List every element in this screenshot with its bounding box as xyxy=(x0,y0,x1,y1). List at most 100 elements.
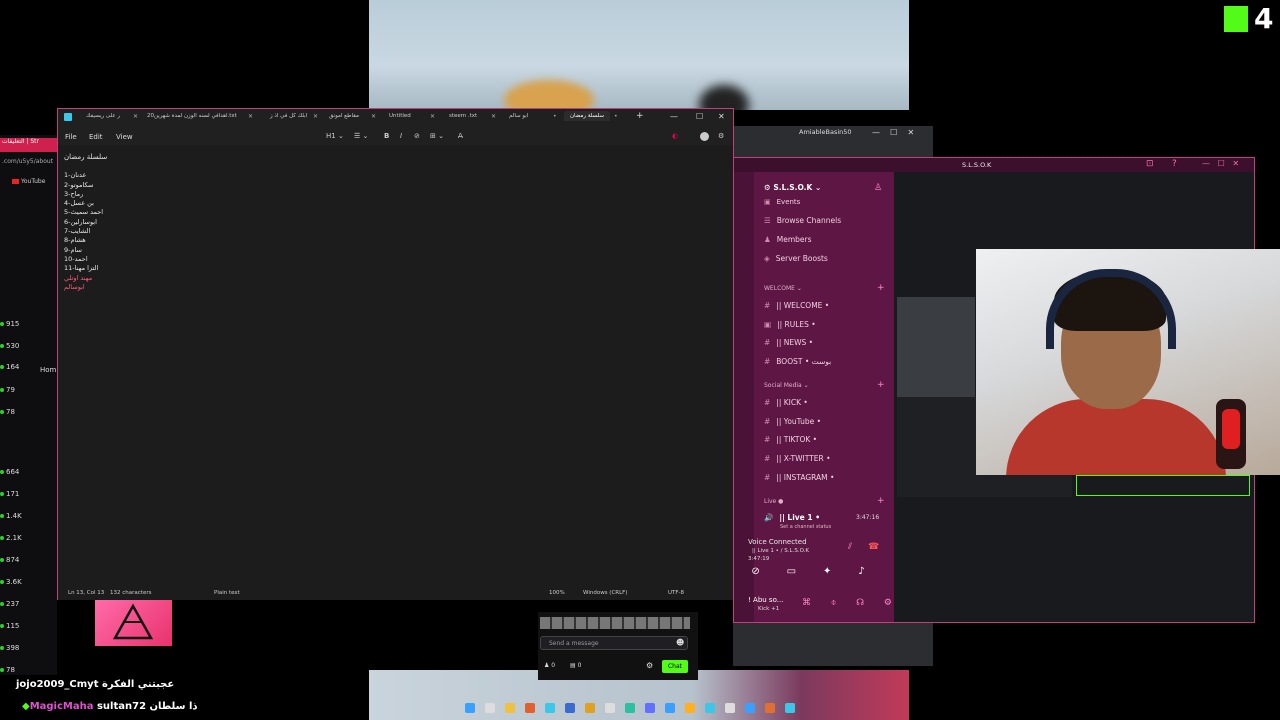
add-friend-icon[interactable]: ♙ xyxy=(874,183,882,193)
clear-format-button[interactable]: A̶ xyxy=(458,132,463,140)
gamepad-icon[interactable]: ⌘ xyxy=(802,598,811,608)
avatar[interactable] xyxy=(700,132,709,141)
italic-button[interactable]: I xyxy=(400,132,402,140)
table-dropdown[interactable]: ⊞ ⌄ xyxy=(430,132,444,140)
encoding[interactable]: UTF-8 xyxy=(668,590,684,596)
close-icon[interactable]: • xyxy=(553,113,557,120)
taskbar-app-icon[interactable] xyxy=(525,703,535,713)
channel-boost[interactable]: # BOOST • بوست xyxy=(764,357,831,366)
voice-connected[interactable]: Voice Connected xyxy=(748,538,807,546)
list-dropdown[interactable]: ☰ ⌄ xyxy=(354,132,368,140)
taskbar-app-icon[interactable] xyxy=(725,703,735,713)
tab-3[interactable]: ابلك كل في اذ ز xyxy=(270,113,307,119)
inbox-icon[interactable]: ⊡ xyxy=(1146,159,1154,169)
server-name[interactable]: ⚙ S.L.S.O.K ⌄ xyxy=(764,183,821,192)
category-social[interactable]: Social Media ⌄ xyxy=(764,382,809,389)
channel-youtube[interactable]: # || YouTube • xyxy=(764,417,821,426)
mic-icon[interactable]: ⌽ xyxy=(831,598,836,608)
taskbar-app-icon[interactable] xyxy=(765,703,775,713)
notepad-text-area[interactable]: سلسلة رمضان 1-عدنان 2-سكاموتو 3-رماح 4-بن ع… xyxy=(64,153,724,583)
tab-2[interactable]: 20اهدافي لسنه الوزن لمدة شهرين.txt xyxy=(147,113,237,119)
bg-window-controls[interactable]: — ☐ ✕ xyxy=(872,128,914,137)
taskbar-app-icon[interactable] xyxy=(565,703,575,713)
heading-dropdown[interactable]: H1 ⌄ xyxy=(326,132,344,140)
close-icon[interactable]: ✕ xyxy=(430,113,435,120)
settings-icon[interactable]: ⚙ xyxy=(884,598,892,608)
members[interactable]: ♟ Members xyxy=(764,235,812,244)
copilot-icon[interactable]: ◐ xyxy=(672,132,678,140)
taskbar-app-icon[interactable] xyxy=(665,703,675,713)
server-rail[interactable] xyxy=(734,172,754,622)
close-icon[interactable]: ✕ xyxy=(371,113,376,120)
taskbar-app-icon[interactable] xyxy=(505,703,515,713)
category-live[interactable]: Live ● xyxy=(764,498,783,505)
left-browser-url[interactable]: .com/u5y5/about xyxy=(0,158,59,170)
chat-settings-icon[interactable]: ⚙ xyxy=(646,661,653,670)
channel-kick[interactable]: # || KICK • xyxy=(764,398,808,407)
category-welcome[interactable]: WELCOME ⌄ xyxy=(764,285,802,292)
tab-1[interactable]: ر على ريسيفك xyxy=(86,113,120,119)
close-icon[interactable]: ✕ xyxy=(313,113,318,120)
taskbar-app-icon[interactable] xyxy=(625,703,635,713)
help-icon[interactable]: ? xyxy=(1172,159,1177,169)
taskbar-app-icon[interactable] xyxy=(485,703,495,713)
close-icon[interactable]: ✕ xyxy=(248,113,253,120)
taskbar-app-icon[interactable] xyxy=(745,703,755,713)
channel-status[interactable]: Set a channel status xyxy=(780,524,831,530)
taskbar-app-icon[interactable] xyxy=(605,703,615,713)
emoji-icon[interactable]: ☻ xyxy=(676,638,684,647)
zoom-level[interactable]: 100% xyxy=(549,590,565,596)
menu-file[interactable]: File xyxy=(65,133,77,141)
taskbar-app-icon[interactable] xyxy=(585,703,595,713)
tab-active[interactable]: سلسلة رمضان xyxy=(564,111,610,121)
close-icon[interactable]: • xyxy=(614,113,618,120)
new-tab-button[interactable]: + xyxy=(636,111,644,121)
camera-icon[interactable]: ⊘ xyxy=(751,566,759,577)
channel-welcome[interactable]: # || WELCOME • xyxy=(764,301,829,310)
taskbar-app-icon[interactable] xyxy=(465,703,475,713)
settings-icon[interactable]: ⚙ xyxy=(718,132,724,140)
bold-button[interactable]: B xyxy=(384,132,389,140)
menu-view[interactable]: View xyxy=(116,133,133,141)
browse-channels[interactable]: ☰ Browse Channels xyxy=(764,216,841,225)
add-channel-icon[interactable]: + xyxy=(877,496,885,506)
minimize-button[interactable]: — xyxy=(670,112,678,121)
home-label[interactable]: Hom xyxy=(40,366,56,374)
activity-icon[interactable]: ✦ xyxy=(823,566,831,577)
server-boosts[interactable]: ◈ Server Boosts xyxy=(764,254,828,263)
cursor-position[interactable]: Ln 13, Col 13 xyxy=(68,590,104,596)
channel-rules[interactable]: ▣ || RULES • xyxy=(764,320,816,329)
headphones-icon[interactable]: ☊ xyxy=(856,598,864,608)
add-channel-icon[interactable]: + xyxy=(877,283,885,293)
format-label[interactable]: Plain text xyxy=(214,590,240,596)
close-icon[interactable]: ✕ xyxy=(133,113,138,120)
channel-events[interactable]: ▣ Events xyxy=(764,198,800,206)
maximize-button[interactable]: ☐ xyxy=(696,112,703,121)
channel-tiktok[interactable]: # || TIKTOK • xyxy=(764,435,817,444)
close-icon[interactable]: ✕ xyxy=(491,113,496,120)
close-window-button[interactable]: ✕ xyxy=(718,112,725,121)
add-channel-icon[interactable]: + xyxy=(877,380,885,390)
chat-send-button[interactable]: Chat xyxy=(662,660,688,673)
disconnect-icon[interactable]: ☎ xyxy=(868,542,879,552)
left-browser-tab[interactable]: التعليقات | Str xyxy=(0,138,57,152)
tab-4[interactable]: مقاطع امونق xyxy=(329,113,359,119)
tab-untitled[interactable]: Untitled xyxy=(389,113,411,119)
soundboard-icon[interactable]: ♪ xyxy=(858,566,864,577)
chat-input[interactable]: Send a message xyxy=(540,636,688,650)
channel-live-1[interactable]: 🔊 || Live 1 • xyxy=(764,513,820,522)
link-button[interactable]: ⊘ xyxy=(414,132,420,140)
line-ending[interactable]: Windows (CRLF) xyxy=(583,590,627,596)
user-name[interactable]: ! Abu so... xyxy=(748,596,783,604)
voice-actions[interactable]: ⊘ ▭ ✦ ♪ xyxy=(738,566,878,577)
screenshare-icon[interactable]: ▭ xyxy=(787,566,796,577)
tab-abu-salem[interactable]: ابو سالم xyxy=(509,113,528,119)
taskbar-app-icon[interactable] xyxy=(685,703,695,713)
taskbar-app-icon[interactable] xyxy=(705,703,715,713)
youtube-link[interactable]: YouTube xyxy=(12,178,45,185)
channel-instagram[interactable]: # || INSTAGRAM • xyxy=(764,473,834,482)
channel-news[interactable]: # || NEWS • xyxy=(764,338,813,347)
tab-steem[interactable]: steem .txt xyxy=(449,113,477,119)
taskbar-app-icon[interactable] xyxy=(645,703,655,713)
channel-x-twitter[interactable]: # || X-TWITTER • xyxy=(764,454,831,463)
